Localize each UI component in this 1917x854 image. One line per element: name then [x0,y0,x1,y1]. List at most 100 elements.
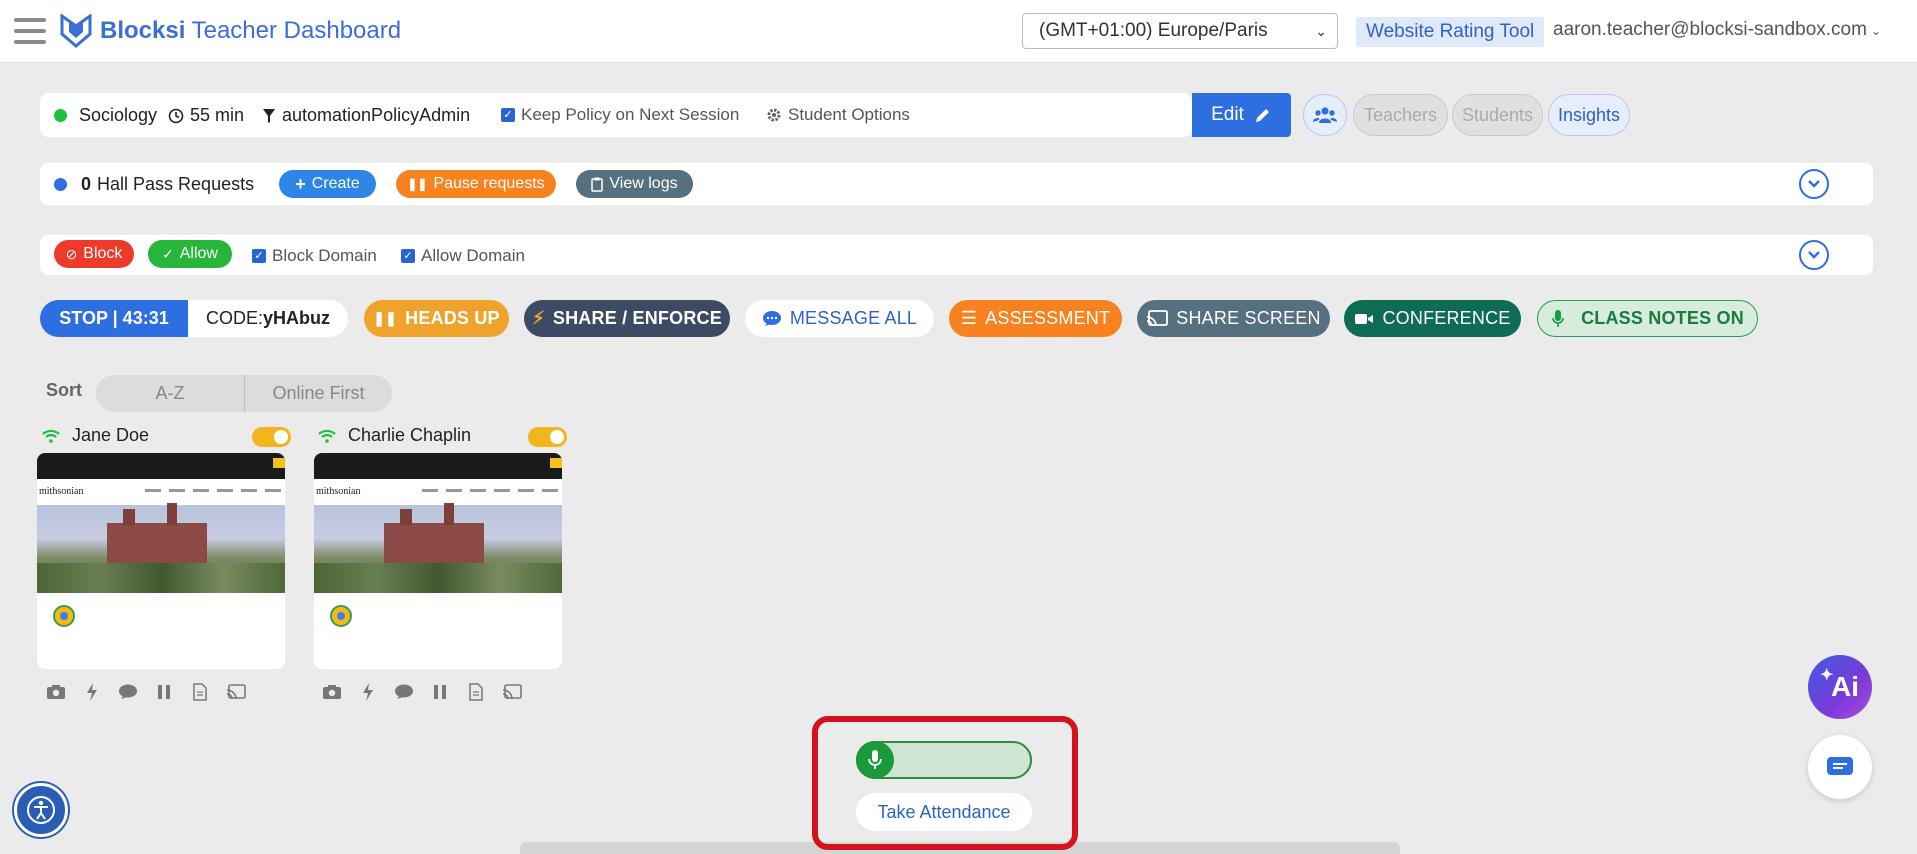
student-tools [45,681,247,703]
user-menu[interactable]: aaron.teacher@blocksi-sandbox.com ⌄ [1553,19,1881,41]
list-icon: ☰ [960,308,978,328]
chrome-icon [330,605,352,627]
share-enforce-button[interactable]: ⚡︎ SHARE / ENFORCE [524,300,730,337]
block-domain-label: Block Domain [272,246,377,265]
message-all-label: MESSAGE ALL [789,308,918,328]
cast-icon[interactable] [501,681,523,703]
conference-button[interactable]: CONFERENCE [1344,300,1521,337]
camera-icon[interactable] [321,681,343,703]
pause-icon[interactable] [429,681,451,703]
session-duration: 55 min [168,105,244,126]
teachers-tab[interactable]: Teachers [1353,94,1448,136]
assessment-button[interactable]: ☰ ASSESSMENT [949,300,1122,337]
student-card[interactable]: mithsonian [37,453,285,669]
screenshot-topbar [37,453,285,479]
screenshot-nav: mithsonian [37,479,285,505]
keep-policy-label: Keep Policy on Next Session [521,105,740,124]
website-rating-tool-link[interactable]: Website Rating Tool [1356,17,1545,47]
student-header: Charlie Chaplin [318,425,471,446]
sort-toggle: A-Z Online First [96,375,392,412]
student-toggle[interactable] [528,427,567,447]
share-screen-button[interactable]: SHARE SCREEN [1137,300,1330,337]
sort-a-z[interactable]: A-Z [96,375,244,412]
chevron-down-icon [1808,180,1820,188]
cast-icon [1147,309,1169,326]
code-prefix: CODE: [205,308,263,328]
wifi-icon [318,429,336,443]
chat-support-button[interactable] [1808,735,1872,799]
bolt-icon[interactable] [81,681,103,703]
timezone-select[interactable]: (GMT+01:00) Europe/Paris ⌄ [1022,13,1338,49]
user-email: aaron.teacher@blocksi-sandbox.com [1553,19,1867,40]
student-options-button[interactable]: Student Options [766,105,910,125]
ai-label: Ai [1831,671,1859,702]
chat-icon[interactable] [393,681,415,703]
expand-hall-pass-button[interactable] [1799,169,1829,199]
student-tools [321,681,523,703]
top-bar: Blocksi Teacher Dashboard (GMT+01:00) Eu… [0,0,1917,63]
bolt-icon[interactable] [357,681,379,703]
filter-icon [263,108,275,123]
sort-online-first[interactable]: Online First [244,375,392,412]
hall-pass-status: 0 Hall Pass Requests [54,174,254,195]
domain-bar: ⊘ Block ✓ Allow ✓ Block Domain ✓ Allow D… [40,235,1873,275]
message-all-button[interactable]: MESSAGE ALL [745,300,934,337]
accessibility-button[interactable] [14,783,68,837]
cast-icon[interactable] [225,681,247,703]
voice-recorder-bar[interactable] [856,741,1032,779]
check-icon[interactable]: ✓ [401,249,415,263]
menu-icon[interactable] [14,18,46,44]
session-policy[interactable]: automationPolicyAdmin [262,105,470,126]
camera-icon[interactable] [45,681,67,703]
expand-domain-button[interactable] [1799,240,1829,270]
keep-policy-checkbox[interactable]: ✓ Keep Policy on Next Session [501,105,739,125]
microphone-button[interactable] [856,741,894,779]
chat-icon[interactable] [117,681,139,703]
take-attendance-button[interactable]: Take Attendance [856,793,1032,831]
chrome-icon [53,605,75,627]
check-icon: ✓ [162,245,174,262]
hall-pass-count: 0 [81,174,92,194]
student-toggle[interactable] [252,427,291,447]
view-logs-label: View logs [609,175,678,192]
block-domain-checkbox[interactable]: ✓ Block Domain [252,246,377,266]
heads-up-button[interactable]: ❚❚ HEADS UP [364,300,509,337]
pause-icon: ❚❚ [373,310,398,326]
policy-name: automationPolicyAdmin [282,105,471,125]
document-icon[interactable] [189,681,211,703]
groups-button[interactable] [1303,94,1347,136]
pause-requests-button[interactable]: ❚❚ Pause requests [396,170,556,198]
allow-button[interactable]: ✓ Allow [148,240,232,268]
insights-tab[interactable]: Insights [1548,94,1630,136]
chat-icon [762,310,781,326]
ai-assistant-button[interactable]: ✦ Ai [1808,655,1872,719]
pause-icon[interactable] [153,681,175,703]
sort-label: Sort [46,380,82,400]
create-hall-pass-button[interactable]: + Create [279,170,376,198]
video-camera-icon [1355,313,1374,324]
student-name[interactable]: Jane Doe [72,425,149,446]
check-icon[interactable]: ✓ [501,108,515,122]
allow-label: Allow [179,245,218,262]
session-bar: Sociology 55 min automationPolicyAdmin ✓… [40,93,1192,137]
sparkle-icon: ✦ [1820,667,1834,684]
student-name[interactable]: Charlie Chaplin [348,425,471,446]
logo[interactable]: Blocksi Teacher Dashboard [60,14,401,48]
document-icon[interactable] [465,681,487,703]
students-tab[interactable]: Students [1452,94,1543,136]
check-icon[interactable]: ✓ [252,249,266,263]
stop-session-button[interactable]: STOP | 43:31 [40,300,188,337]
screenshot-image [314,503,562,593]
code-value: yHAbuz [263,308,330,328]
edit-session-button[interactable]: Edit [1192,93,1291,137]
share-screen-label: SHARE SCREEN [1176,308,1321,328]
allow-domain-label: Allow Domain [421,246,525,265]
view-logs-button[interactable]: View logs [576,170,693,198]
student-card[interactable]: mithsonian [314,453,562,669]
duration-value: 55 min [190,105,245,125]
allow-domain-checkbox[interactable]: ✓ Allow Domain [401,246,525,266]
block-button[interactable]: ⊘ Block [54,240,134,268]
screenshot-nav: mithsonian [314,479,562,505]
class-notes-button[interactable]: CLASS NOTES ON [1537,300,1758,337]
edit-label: Edit [1211,104,1244,125]
